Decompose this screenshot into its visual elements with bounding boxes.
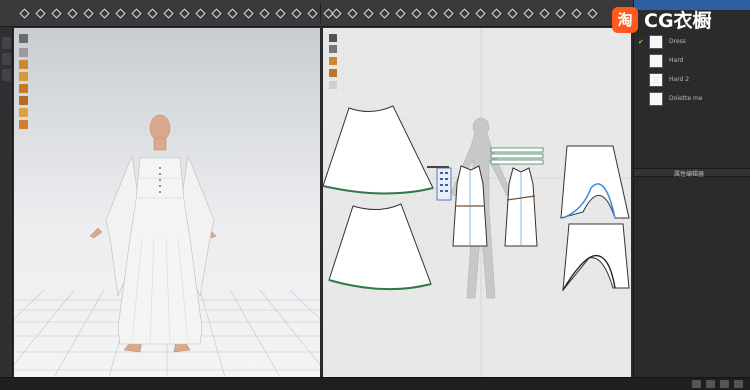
camera-icon[interactable] — [306, 6, 318, 22]
2d-view-tool-1[interactable] — [329, 34, 337, 42]
tack-icon[interactable] — [98, 6, 110, 22]
2d-view-tool-3[interactable] — [329, 57, 337, 65]
pin-icon[interactable] — [82, 6, 94, 22]
viewport-2d[interactable] — [323, 28, 631, 377]
fabric-name: Hard 2 — [669, 76, 690, 83]
fabric-item[interactable]: Hard 2 — [649, 72, 749, 87]
circle-icon[interactable] — [394, 6, 406, 22]
viewport-3d[interactable] — [14, 28, 320, 377]
2d-view-tool-4[interactable] — [329, 69, 337, 77]
brush-icon[interactable] — [130, 6, 142, 22]
side-tab-1[interactable] — [2, 37, 11, 49]
rectangle-icon[interactable] — [378, 6, 390, 22]
edit-point-icon[interactable] — [346, 6, 358, 22]
watermark: 淘 CG衣橱 — [612, 6, 746, 33]
trim-icon[interactable] — [506, 6, 518, 22]
fabric-name: Dress — [669, 38, 686, 45]
pattern-lacing-panel[interactable] — [436, 167, 452, 201]
property-editor-label: 属性编辑器 — [674, 171, 705, 178]
gather-icon[interactable] — [522, 6, 534, 22]
toolbar-separator — [320, 3, 321, 24]
status-button-3[interactable] — [720, 380, 729, 388]
button-icon[interactable] — [554, 6, 566, 22]
dart-icon[interactable] — [426, 6, 438, 22]
toolbar-3d-tools — [18, 0, 338, 27]
fabric-name: Hard — [669, 57, 684, 64]
grid-icon[interactable] — [242, 6, 254, 22]
side-tab-2[interactable] — [2, 53, 11, 65]
fabric-swatch[interactable] — [649, 72, 663, 87]
status-button-4[interactable] — [734, 380, 743, 388]
sew-icon[interactable] — [162, 6, 174, 22]
zipper-icon[interactable] — [570, 6, 582, 22]
rotate-icon[interactable] — [66, 6, 78, 22]
fabric-swatch[interactable] — [649, 53, 663, 68]
side-tab-3[interactable] — [2, 69, 11, 81]
tape-icon[interactable] — [194, 6, 206, 22]
pattern-waistband[interactable] — [490, 147, 544, 165]
fabric-swatch[interactable] — [649, 34, 663, 49]
fabric-swatch[interactable] — [649, 91, 663, 106]
fold-line-icon[interactable] — [490, 6, 502, 22]
checkmark-icon: ✔ — [638, 38, 644, 46]
measure-2d-icon[interactable] — [586, 6, 598, 22]
point-icon[interactable] — [274, 6, 286, 22]
fabric-item[interactable]: Dress — [649, 34, 749, 49]
avatar-icon[interactable] — [290, 6, 302, 22]
status-button-2[interactable] — [706, 380, 715, 388]
fabric-item[interactable]: Hard — [649, 53, 749, 68]
segment-sew-icon[interactable] — [458, 6, 470, 22]
topstitch-icon[interactable] — [538, 6, 550, 22]
2d-view-tool-2[interactable] — [329, 45, 337, 53]
avatar-figure[interactable] — [14, 28, 320, 377]
main-toolbar — [0, 0, 640, 27]
polygon-icon[interactable] — [362, 6, 374, 22]
free-sew-icon[interactable] — [474, 6, 486, 22]
notch-icon[interactable] — [442, 6, 454, 22]
status-button-1[interactable] — [692, 380, 701, 388]
select-pattern-icon[interactable] — [330, 6, 342, 22]
app-window: Dress ✔ Hard Hard 2 Dolette me 属性编辑器 淘 CG衣橱 — [0, 0, 750, 390]
status-bar — [0, 377, 750, 390]
measure-icon[interactable] — [114, 6, 126, 22]
move-icon[interactable] — [18, 6, 30, 22]
left-side-strip — [0, 27, 13, 377]
texture-icon[interactable] — [226, 6, 238, 22]
cut-icon[interactable] — [146, 6, 158, 22]
select-icon[interactable] — [34, 6, 46, 22]
watermark-logo-icon: 淘 — [612, 6, 638, 33]
toolbar-2d-tools — [330, 0, 602, 27]
ruler-icon[interactable] — [210, 6, 222, 22]
transform-icon[interactable] — [50, 6, 62, 22]
pattern-canvas[interactable] — [323, 28, 631, 377]
property-editor-header: 属性编辑器 — [634, 168, 750, 178]
internal-line-icon[interactable] — [410, 6, 422, 22]
object-browser-panel: Dress ✔ Hard Hard 2 Dolette me 属性编辑器 — [633, 0, 750, 377]
fabric-name: Dolette me — [669, 95, 703, 102]
arrow-icon[interactable] — [258, 6, 270, 22]
2d-view-tool-5[interactable] — [329, 81, 337, 89]
fold-icon[interactable] — [178, 6, 190, 22]
watermark-text: CG衣橱 — [644, 10, 712, 32]
fabric-item[interactable]: Dolette me — [649, 91, 749, 106]
